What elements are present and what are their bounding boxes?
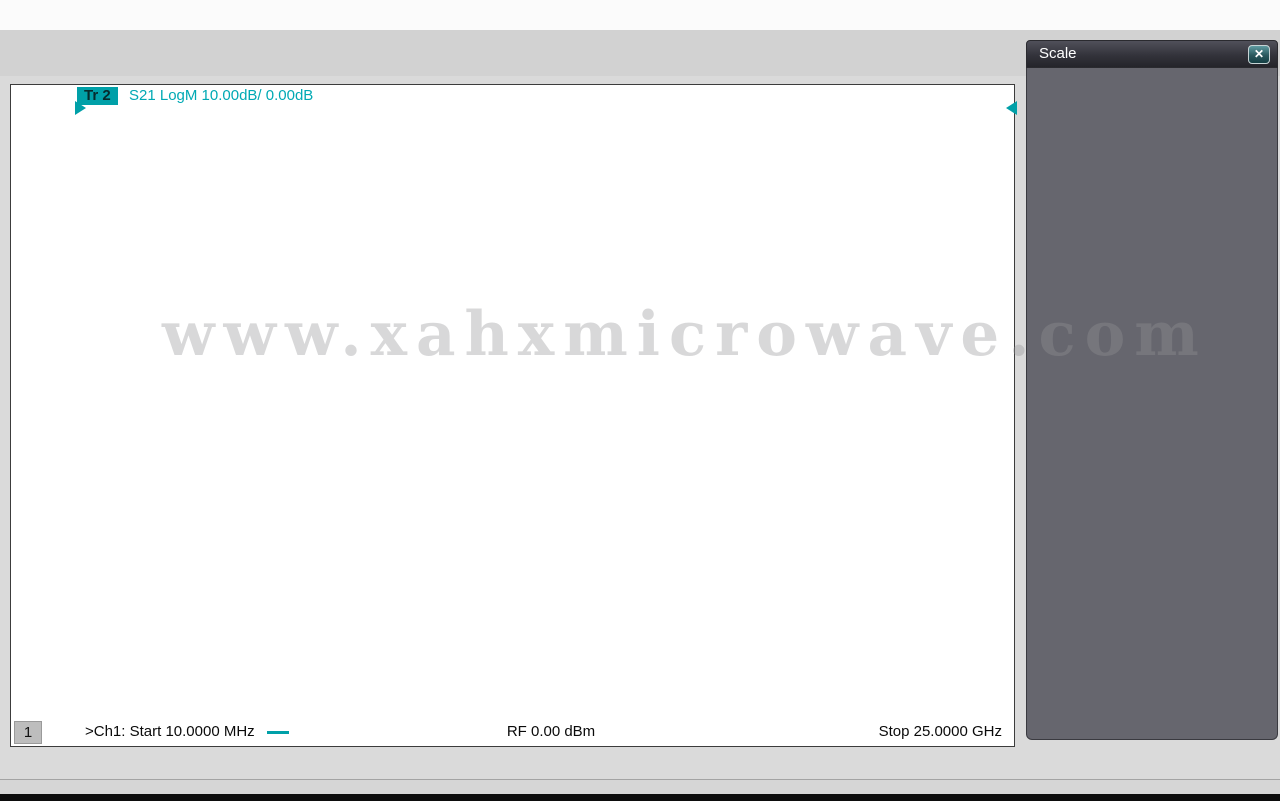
stop-frequency-label: Stop 25.0000 GHz — [878, 723, 1002, 740]
trace-color-key — [266, 730, 289, 734]
scale-dialog-title: Scale — [1039, 45, 1077, 62]
bottom-strip — [0, 779, 1280, 794]
scale-dialog-titlebar[interactable]: Scale ✕ — [1026, 40, 1278, 68]
channel-badge[interactable]: 1 — [14, 721, 42, 744]
rf-power-label: RF 0.00 dBm — [506, 723, 596, 740]
stimulus-row: 1 >Ch1: Start 10.0000 MHz RF 0.00 dBm St… — [11, 721, 1014, 746]
scale-dialog-body — [1026, 68, 1278, 740]
reference-position-marker-right — [1006, 101, 1017, 115]
menu-bar — [0, 0, 1280, 30]
start-frequency-text: >Ch1: Start 10.0000 MHz — [85, 723, 255, 740]
graticule-and-trace — [87, 108, 1007, 719]
status-bar — [0, 751, 1280, 778]
trace-format-label: S21 LogM 10.00dB/ 0.00dB — [129, 87, 314, 104]
trace-badge[interactable]: Tr 2 — [77, 87, 118, 105]
scale-button-column — [1035, 68, 1183, 84]
start-frequency-label: >Ch1: Start 10.0000 MHz — [85, 723, 289, 740]
bottom-black-bar — [0, 794, 1280, 801]
close-icon[interactable]: ✕ — [1248, 45, 1270, 64]
plot-panel[interactable]: Tr 2 S21 LogM 10.00dB/ 0.00dB 1 >Ch1: St… — [10, 84, 1017, 747]
scale-dialog: Scale ✕ — [1026, 40, 1278, 740]
